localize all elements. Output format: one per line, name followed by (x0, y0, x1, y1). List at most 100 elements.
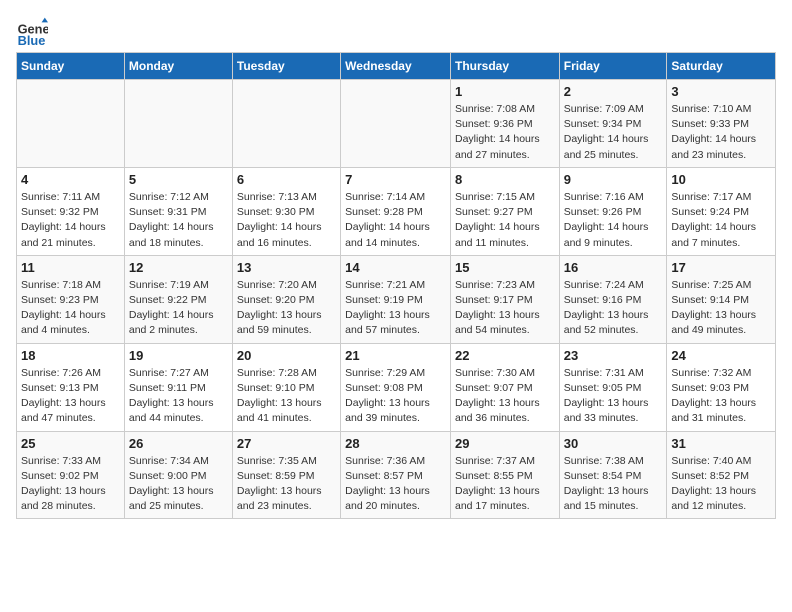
day-info: Sunrise: 7:21 AMSunset: 9:19 PMDaylight:… (345, 278, 446, 339)
calendar-cell: 9Sunrise: 7:16 AMSunset: 9:26 PMDaylight… (559, 167, 667, 255)
day-info: Sunrise: 7:17 AMSunset: 9:24 PMDaylight:… (671, 190, 771, 251)
weekday-header: Tuesday (232, 53, 340, 80)
calendar-cell: 10 Sunrise: 7:17 AMSunset: 9:24 PMDayligh… (667, 167, 776, 255)
day-number: 8 (455, 172, 555, 187)
calendar-cell: 18 Sunrise: 7:26 AMSunset: 9:13 PMDayligh… (17, 343, 125, 431)
calendar-cell: 6Sunrise: 7:13 AMSunset: 9:30 PMDaylight… (232, 167, 340, 255)
weekday-header: Saturday (667, 53, 776, 80)
day-info: Sunrise: 7:23 AMSunset: 9:17 PMDaylight:… (455, 278, 555, 339)
day-info: Sunrise: 7:33 AMSunset: 9:02 PMDaylight:… (21, 454, 120, 515)
calendar-cell: 12 Sunrise: 7:19 AMSunset: 9:22 PMDayligh… (124, 255, 232, 343)
day-info: Sunrise: 7:27 AMSunset: 9:11 PMDaylight:… (129, 366, 228, 427)
day-number: 5 (129, 172, 228, 187)
day-number: 20 (237, 348, 336, 363)
day-info: Sunrise: 7:31 AMSunset: 9:05 PMDaylight:… (564, 366, 663, 427)
calendar-cell: 3Sunrise: 7:10 AMSunset: 9:33 PMDaylight… (667, 80, 776, 168)
day-info: Sunrise: 7:32 AMSunset: 9:03 PMDaylight:… (671, 366, 771, 427)
day-info: Sunrise: 7:25 AMSunset: 9:14 PMDaylight:… (671, 278, 771, 339)
calendar-cell: 2 Sunrise: 7:09 AMSunset: 9:34 PMDaylight… (559, 80, 667, 168)
calendar-cell (341, 80, 451, 168)
day-info: Sunrise: 7:24 AMSunset: 9:16 PMDaylight:… (564, 278, 663, 339)
calendar-cell: 14 Sunrise: 7:21 AMSunset: 9:19 PMDayligh… (341, 255, 451, 343)
calendar-cell: 7 Sunrise: 7:14 AMSunset: 9:28 PMDaylight… (341, 167, 451, 255)
day-number: 4 (21, 172, 120, 187)
calendar-cell: 4 Sunrise: 7:11 AMSunset: 9:32 PMDaylight… (17, 167, 125, 255)
day-number: 17 (671, 260, 771, 275)
calendar-week-row: 18 Sunrise: 7:26 AMSunset: 9:13 PMDayligh… (17, 343, 776, 431)
day-info: Sunrise: 7:12 AMSunset: 9:31 PMDaylight:… (129, 190, 228, 251)
day-number: 23 (564, 348, 663, 363)
day-info: Sunrise: 7:26 AMSunset: 9:13 PMDaylight:… (21, 366, 120, 427)
svg-text:Blue: Blue (18, 33, 46, 48)
calendar-cell: 1 Sunrise: 7:08 AMSunset: 9:36 PMDaylight… (450, 80, 559, 168)
day-number: 1 (455, 84, 555, 99)
day-info: Sunrise: 7:15 AMSunset: 9:27 PMDaylight:… (455, 190, 555, 251)
day-number: 24 (671, 348, 771, 363)
calendar-cell (124, 80, 232, 168)
day-info: Sunrise: 7:28 AMSunset: 9:10 PMDaylight:… (237, 366, 336, 427)
calendar-cell (232, 80, 340, 168)
day-number: 19 (129, 348, 228, 363)
calendar-week-row: 1 Sunrise: 7:08 AMSunset: 9:36 PMDaylight… (17, 80, 776, 168)
day-info: Sunrise: 7:40 AMSunset: 8:52 PMDaylight:… (671, 454, 771, 515)
calendar-cell: 28 Sunrise: 7:36 AMSunset: 8:57 PMDayligh… (341, 431, 451, 519)
calendar-cell: 15 Sunrise: 7:23 AMSunset: 9:17 PMDayligh… (450, 255, 559, 343)
header: General Blue (16, 16, 776, 48)
day-info: Sunrise: 7:37 AMSunset: 8:55 PMDaylight:… (455, 454, 555, 515)
day-number: 22 (455, 348, 555, 363)
day-number: 31 (671, 436, 771, 451)
day-info: Sunrise: 7:30 AMSunset: 9:07 PMDaylight:… (455, 366, 555, 427)
calendar-cell: 24 Sunrise: 7:32 AMSunset: 9:03 PMDayligh… (667, 343, 776, 431)
day-number: 26 (129, 436, 228, 451)
day-info: Sunrise: 7:34 AMSunset: 9:00 PMDaylight:… (129, 454, 228, 515)
calendar-week-row: 11 Sunrise: 7:18 AMSunset: 9:23 PMDayligh… (17, 255, 776, 343)
day-info: Sunrise: 7:09 AMSunset: 9:34 PMDaylight:… (564, 102, 663, 163)
day-number: 14 (345, 260, 446, 275)
day-number: 10 (671, 172, 771, 187)
weekday-header: Wednesday (341, 53, 451, 80)
calendar-cell: 30Sunrise: 7:38 AMSunset: 8:54 PMDayligh… (559, 431, 667, 519)
day-info: Sunrise: 7:19 AMSunset: 9:22 PMDaylight:… (129, 278, 228, 339)
weekday-header: Thursday (450, 53, 559, 80)
calendar-cell: 23 Sunrise: 7:31 AMSunset: 9:05 PMDayligh… (559, 343, 667, 431)
day-info: Sunrise: 7:36 AMSunset: 8:57 PMDaylight:… (345, 454, 446, 515)
day-number: 21 (345, 348, 446, 363)
calendar-cell: 17 Sunrise: 7:25 AMSunset: 9:14 PMDayligh… (667, 255, 776, 343)
calendar-week-row: 25 Sunrise: 7:33 AMSunset: 9:02 PMDayligh… (17, 431, 776, 519)
day-info: Sunrise: 7:11 AMSunset: 9:32 PMDaylight:… (21, 190, 120, 251)
day-number: 12 (129, 260, 228, 275)
day-info: Sunrise: 7:16 AMSunset: 9:26 PMDaylight:… (564, 190, 663, 251)
calendar-week-row: 4 Sunrise: 7:11 AMSunset: 9:32 PMDaylight… (17, 167, 776, 255)
day-number: 13 (237, 260, 336, 275)
day-info: Sunrise: 7:08 AMSunset: 9:36 PMDaylight:… (455, 102, 555, 163)
calendar-cell (17, 80, 125, 168)
day-number: 29 (455, 436, 555, 451)
day-number: 15 (455, 260, 555, 275)
day-info: Sunrise: 7:13 AMSunset: 9:30 PMDaylight:… (237, 190, 336, 251)
calendar-cell: 27Sunrise: 7:35 AMSunset: 8:59 PMDayligh… (232, 431, 340, 519)
calendar-cell: 29 Sunrise: 7:37 AMSunset: 8:55 PMDayligh… (450, 431, 559, 519)
calendar-cell: 25 Sunrise: 7:33 AMSunset: 9:02 PMDayligh… (17, 431, 125, 519)
day-number: 7 (345, 172, 446, 187)
calendar-cell: 31 Sunrise: 7:40 AMSunset: 8:52 PMDayligh… (667, 431, 776, 519)
calendar-cell: 26 Sunrise: 7:34 AMSunset: 9:00 PMDayligh… (124, 431, 232, 519)
day-info: Sunrise: 7:38 AMSunset: 8:54 PMDaylight:… (564, 454, 663, 515)
day-info: Sunrise: 7:35 AMSunset: 8:59 PMDaylight:… (237, 454, 336, 515)
calendar-table: SundayMondayTuesdayWednesdayThursdayFrid… (16, 52, 776, 519)
calendar-cell: 22 Sunrise: 7:30 AMSunset: 9:07 PMDayligh… (450, 343, 559, 431)
day-number: 16 (564, 260, 663, 275)
day-number: 2 (564, 84, 663, 99)
calendar-header-row: SundayMondayTuesdayWednesdayThursdayFrid… (17, 53, 776, 80)
day-info: Sunrise: 7:29 AMSunset: 9:08 PMDaylight:… (345, 366, 446, 427)
day-number: 25 (21, 436, 120, 451)
day-info: Sunrise: 7:20 AMSunset: 9:20 PMDaylight:… (237, 278, 336, 339)
calendar-cell: 21 Sunrise: 7:29 AMSunset: 9:08 PMDayligh… (341, 343, 451, 431)
day-number: 18 (21, 348, 120, 363)
weekday-header: Sunday (17, 53, 125, 80)
day-number: 11 (21, 260, 120, 275)
day-info: Sunrise: 7:14 AMSunset: 9:28 PMDaylight:… (345, 190, 446, 251)
calendar-cell: 5 Sunrise: 7:12 AMSunset: 9:31 PMDaylight… (124, 167, 232, 255)
day-number: 28 (345, 436, 446, 451)
day-number: 3 (671, 84, 771, 99)
day-info: Sunrise: 7:18 AMSunset: 9:23 PMDaylight:… (21, 278, 120, 339)
